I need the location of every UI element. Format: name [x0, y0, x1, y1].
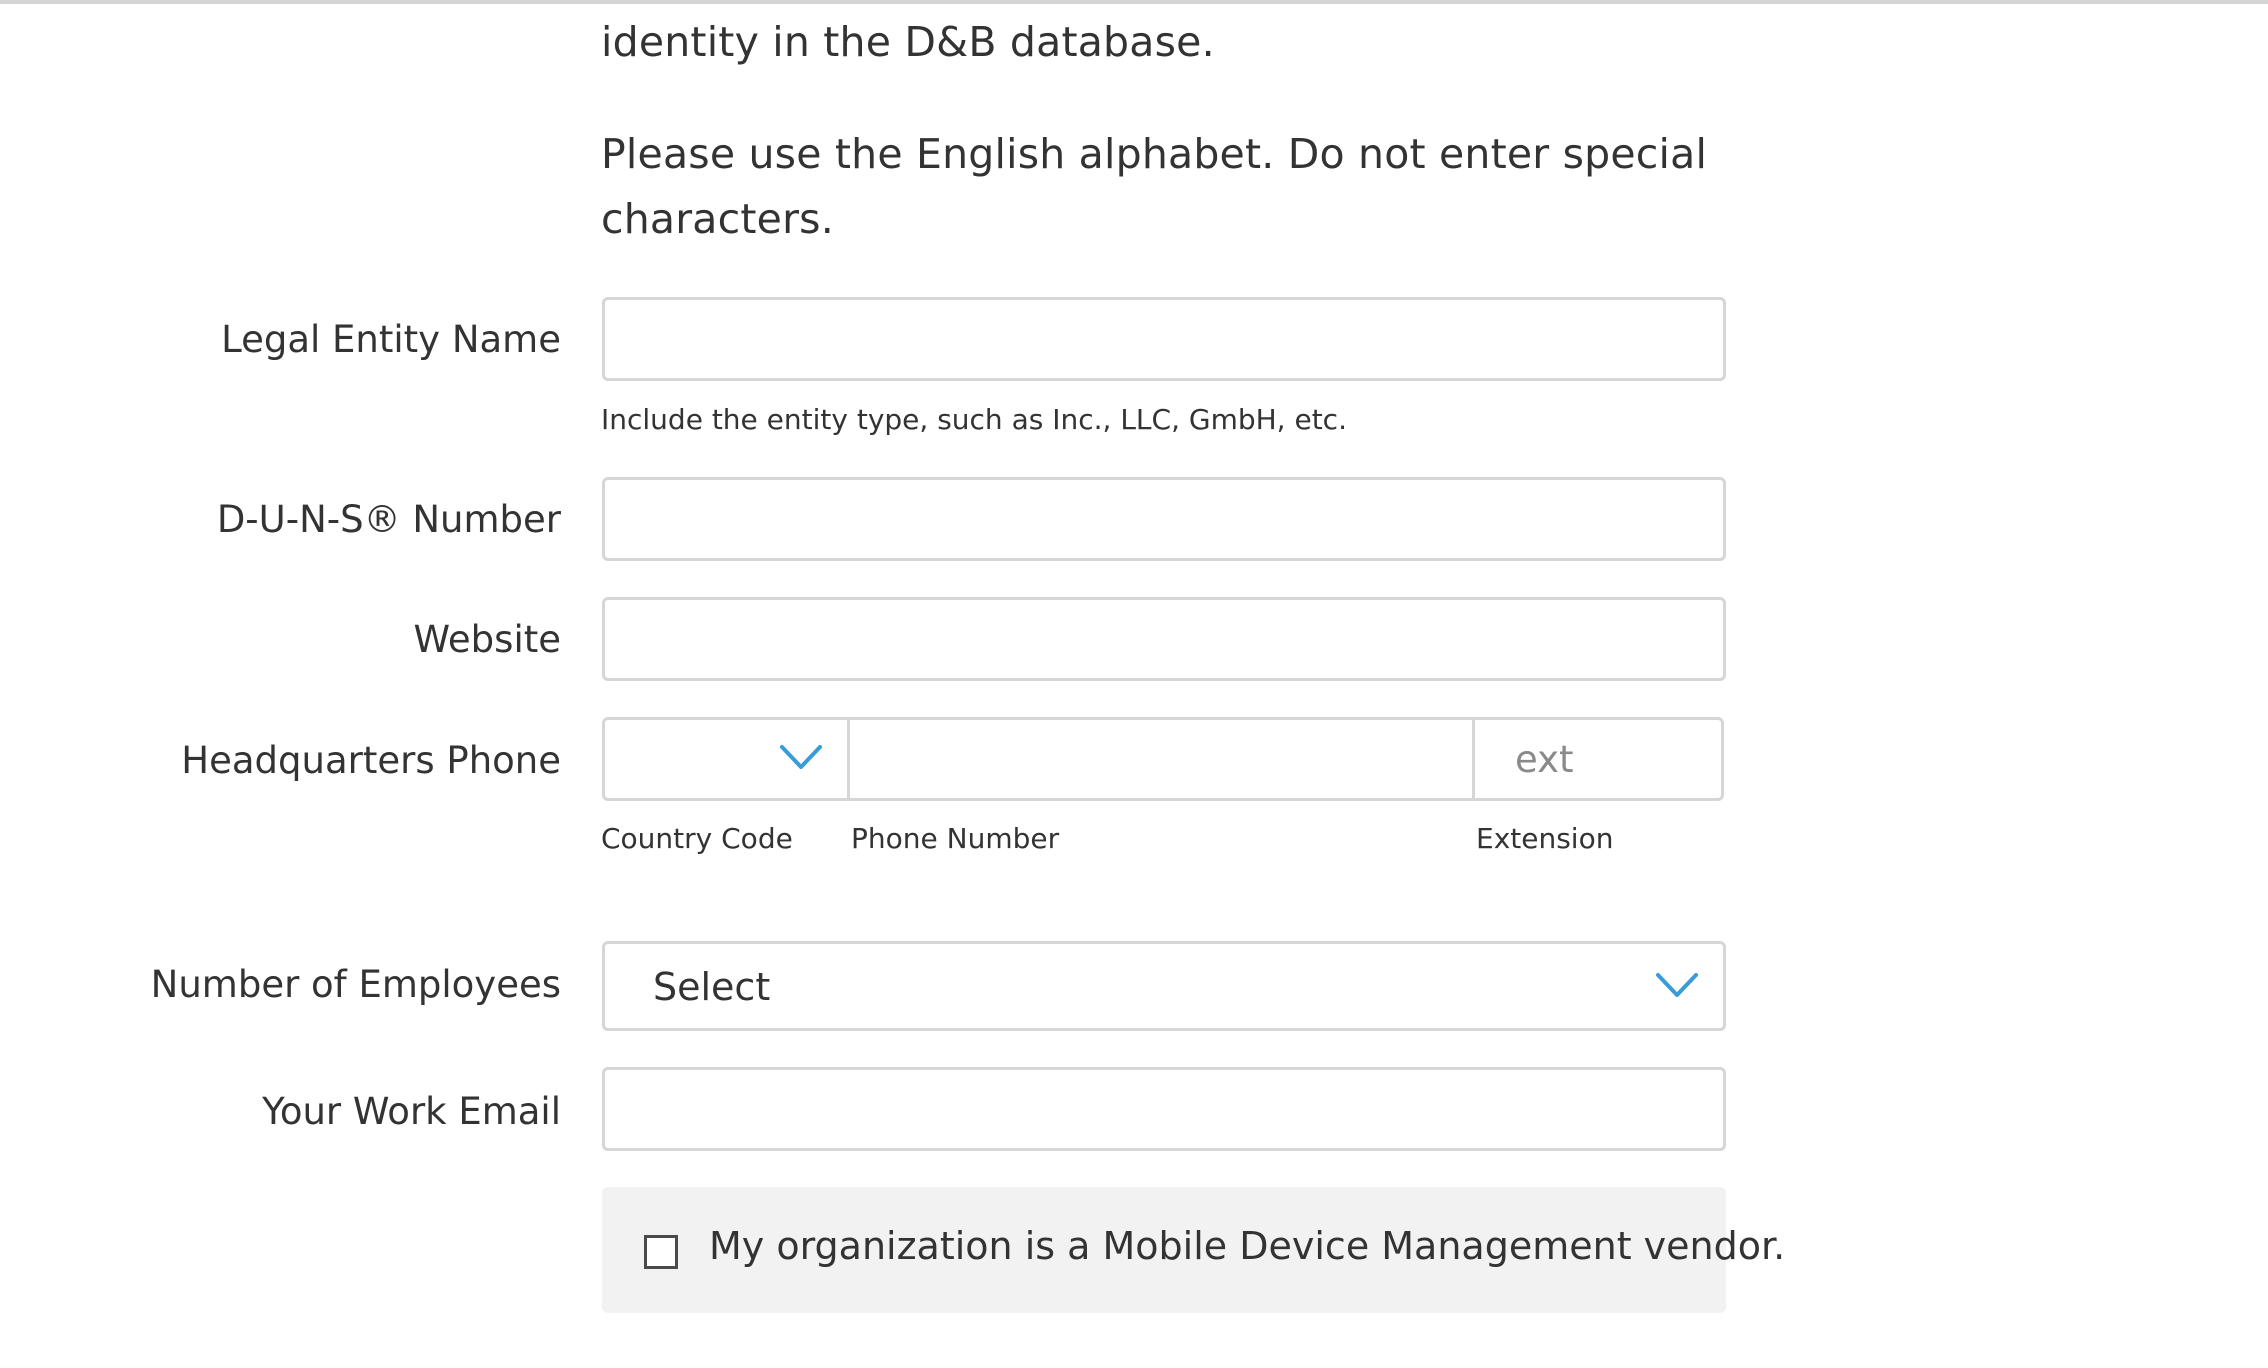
phone-number-field[interactable] — [850, 720, 1475, 798]
intro-text-line-2: Please use the English alphabet. Do not … — [601, 130, 1708, 178]
headquarters-phone-label: Headquarters Phone — [181, 739, 561, 782]
chevron-down-icon — [1655, 970, 1699, 1006]
legal-entity-name-input[interactable] — [605, 300, 1723, 378]
phone-number-caption: Phone Number — [851, 822, 1060, 855]
extension-field[interactable] — [1475, 720, 1721, 798]
duns-number-input[interactable] — [605, 480, 1723, 558]
website-input[interactable] — [605, 600, 1723, 678]
work-email-input[interactable] — [605, 1070, 1723, 1148]
number-of-employees-label: Number of Employees — [150, 963, 561, 1006]
intro-text-line-1: identity in the D&B database. — [601, 18, 1215, 66]
extension-caption: Extension — [1476, 822, 1614, 855]
extension-input[interactable] — [1475, 720, 1721, 798]
top-divider — [0, 0, 2268, 4]
number-of-employees-selected: Select — [653, 965, 771, 1009]
number-of-employees-select[interactable]: Select — [602, 941, 1726, 1031]
work-email-label: Your Work Email — [262, 1090, 561, 1133]
legal-entity-name-field[interactable] — [602, 297, 1726, 381]
chevron-down-icon — [779, 742, 823, 778]
work-email-field[interactable] — [602, 1067, 1726, 1151]
country-code-caption: Country Code — [601, 822, 793, 855]
legal-entity-name-label: Legal Entity Name — [221, 318, 561, 361]
website-field[interactable] — [602, 597, 1726, 681]
mdm-vendor-panel: My organization is a Mobile Device Manag… — [602, 1187, 1785, 1313]
legal-entity-name-hint: Include the entity type, such as Inc., L… — [601, 403, 1347, 436]
country-code-select[interactable] — [605, 720, 850, 798]
duns-number-label: D-U-N-S® Number — [216, 498, 561, 541]
headquarters-phone-group — [602, 717, 1724, 801]
mdm-vendor-label[interactable]: My organization is a Mobile Device Manag… — [709, 1224, 1785, 1268]
intro-text-line-3: characters. — [601, 195, 834, 243]
mdm-vendor-checkbox[interactable] — [644, 1235, 678, 1269]
website-label: Website — [413, 618, 562, 661]
duns-number-field[interactable] — [602, 477, 1726, 561]
phone-number-input[interactable] — [850, 720, 1472, 798]
